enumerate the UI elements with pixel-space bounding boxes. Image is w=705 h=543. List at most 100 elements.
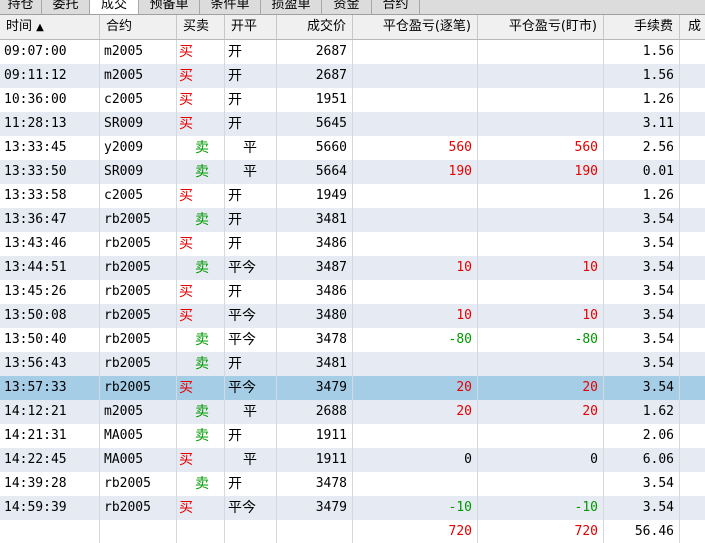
table-row[interactable]: 14:22:45 MA005 买平 1911 0 0 6.06 xyxy=(0,448,705,472)
cell-pnl-trade xyxy=(353,232,478,256)
cell-price: 1951 xyxy=(277,88,353,112)
tab-4[interactable]: 条件单 xyxy=(200,0,261,14)
table-row[interactable]: 13:33:50 SR009 卖平 5664 190 190 0.01 xyxy=(0,160,705,184)
table-row[interactable]: 13:44:51 rb2005 卖平今 3487 10 10 3.54 xyxy=(0,256,705,280)
cell-pnl-mark xyxy=(478,88,604,112)
column-header-offset[interactable]: 开平 xyxy=(225,15,277,39)
cell-time: 14:22:45 xyxy=(0,448,100,472)
cell-fee: 1.62 xyxy=(604,400,680,424)
total-cell-fee: 56.46 xyxy=(604,520,680,543)
table-row[interactable]: 13:45:26 rb2005 买开 3486 3.54 xyxy=(0,280,705,304)
cell-pnl-trade xyxy=(353,112,478,136)
cell-side: 买 xyxy=(177,304,225,328)
column-header-pnl-trade[interactable]: 平仓盈亏(逐笔) xyxy=(353,15,478,39)
cell-extra xyxy=(680,496,705,520)
cell-time: 14:21:31 xyxy=(0,424,100,448)
column-header-contract[interactable]: 合约 xyxy=(100,15,177,39)
cell-fee: 2.56 xyxy=(604,136,680,160)
table-row[interactable]: 13:36:47 rb2005 卖开 3481 3.54 xyxy=(0,208,705,232)
cell-offset: 平今 xyxy=(225,328,277,352)
cell-offset: 平今 xyxy=(225,256,277,280)
table-row[interactable]: 09:11:12 m2005 买开 2687 1.56 xyxy=(0,64,705,88)
tab-3[interactable]: 预备单 xyxy=(139,0,200,14)
table-row[interactable]: 11:28:13 SR009 买开 5645 3.11 xyxy=(0,112,705,136)
tab-0[interactable]: 持仓 xyxy=(0,0,42,14)
cell-side: 买 xyxy=(177,280,225,304)
cell-price: 1949 xyxy=(277,184,353,208)
cell-contract: rb2005 xyxy=(100,304,177,328)
tab-bar: 持仓 委托 成交 预备单 条件单 损盈单 资金 合约 xyxy=(0,0,705,15)
cell-contract: rb2005 xyxy=(100,472,177,496)
cell-pnl-mark xyxy=(478,184,604,208)
cell-contract: SR009 xyxy=(100,160,177,184)
cell-pnl-mark: 190 xyxy=(478,160,604,184)
table-row[interactable]: 09:07:00 m2005 买开 2687 1.56 xyxy=(0,40,705,64)
cell-price: 5664 xyxy=(277,160,353,184)
cell-fee: 3.54 xyxy=(604,376,680,400)
cell-extra xyxy=(680,352,705,376)
column-header-time[interactable]: 时间 ▲ xyxy=(0,15,100,39)
total-cell-pnl-mark: 720 xyxy=(478,520,604,543)
tab-1[interactable]: 委托 xyxy=(42,0,90,14)
table-row[interactable]: 13:43:46 rb2005 买开 3486 3.54 xyxy=(0,232,705,256)
total-cell-side xyxy=(177,520,225,543)
table-row[interactable]: 13:50:40 rb2005 卖平今 3478 -80 -80 3.54 xyxy=(0,328,705,352)
cell-extra xyxy=(680,40,705,64)
cell-price: 5645 xyxy=(277,112,353,136)
cell-pnl-mark: -10 xyxy=(478,496,604,520)
total-cell-pnl-trade: 720 xyxy=(353,520,478,543)
cell-fee: 3.54 xyxy=(604,280,680,304)
cell-pnl-trade: 10 xyxy=(353,304,478,328)
cell-extra xyxy=(680,184,705,208)
cell-fee: 3.54 xyxy=(604,472,680,496)
cell-pnl-mark: 0 xyxy=(478,448,604,472)
table-row[interactable]: 10:36:00 c2005 买开 1951 1.26 xyxy=(0,88,705,112)
tab-2[interactable]: 成交 xyxy=(90,0,139,14)
column-header-price[interactable]: 成交价 xyxy=(277,15,353,39)
cell-price: 3479 xyxy=(277,496,353,520)
cell-pnl-mark xyxy=(478,40,604,64)
column-header-time-label: 时间 xyxy=(6,19,33,34)
cell-fee: 0.01 xyxy=(604,160,680,184)
tab-5[interactable]: 损盈单 xyxy=(261,0,322,14)
cell-side: 买 xyxy=(177,40,225,64)
cell-offset: 开 xyxy=(225,208,277,232)
cell-extra xyxy=(680,232,705,256)
cell-offset: 平 xyxy=(225,400,277,424)
table-row[interactable]: 14:21:31 MA005 卖开 1911 2.06 xyxy=(0,424,705,448)
table-row[interactable]: 13:50:08 rb2005 买平今 3480 10 10 3.54 xyxy=(0,304,705,328)
cell-price: 3487 xyxy=(277,256,353,280)
cell-side: 卖 xyxy=(177,136,225,160)
table-row[interactable]: 13:33:58 c2005 买开 1949 1.26 xyxy=(0,184,705,208)
tab-6[interactable]: 资金 xyxy=(322,0,372,14)
cell-time: 14:59:39 xyxy=(0,496,100,520)
table-row[interactable]: 13:33:45 y2009 卖平 5660 560 560 2.56 xyxy=(0,136,705,160)
table-row[interactable]: 14:12:21 m2005 卖平 2688 20 20 1.62 xyxy=(0,400,705,424)
column-header-pnl-mark[interactable]: 平仓盈亏(盯市) xyxy=(478,15,604,39)
cell-extra xyxy=(680,448,705,472)
table-row[interactable]: 14:59:39 rb2005 买平今 3479 -10 -10 3.54 xyxy=(0,496,705,520)
column-header-side[interactable]: 买卖 xyxy=(177,15,225,39)
cell-contract: MA005 xyxy=(100,448,177,472)
cell-pnl-trade xyxy=(353,472,478,496)
cell-pnl-trade xyxy=(353,424,478,448)
table-row[interactable]: 13:56:43 rb2005 卖开 3481 3.54 xyxy=(0,352,705,376)
cell-extra xyxy=(680,208,705,232)
tab-7[interactable]: 合约 xyxy=(372,0,420,14)
cell-pnl-mark xyxy=(478,64,604,88)
column-header-extra[interactable]: 成 xyxy=(680,15,705,39)
cell-contract: rb2005 xyxy=(100,328,177,352)
cell-side: 卖 xyxy=(177,352,225,376)
cell-pnl-trade xyxy=(353,208,478,232)
total-cell-time xyxy=(0,520,100,543)
cell-pnl-trade xyxy=(353,184,478,208)
table-row[interactable]: 13:57:33 rb2005 买平今 3479 20 20 3.54 xyxy=(0,376,705,400)
table-row[interactable]: 14:39:28 rb2005 卖开 3478 3.54 xyxy=(0,472,705,496)
cell-price: 3486 xyxy=(277,280,353,304)
cell-price: 5660 xyxy=(277,136,353,160)
cell-pnl-mark xyxy=(478,208,604,232)
column-header-fee[interactable]: 手续费 xyxy=(604,15,680,39)
cell-pnl-mark xyxy=(478,232,604,256)
column-header-price-label: 成交价 xyxy=(306,19,346,34)
cell-price: 3479 xyxy=(277,376,353,400)
